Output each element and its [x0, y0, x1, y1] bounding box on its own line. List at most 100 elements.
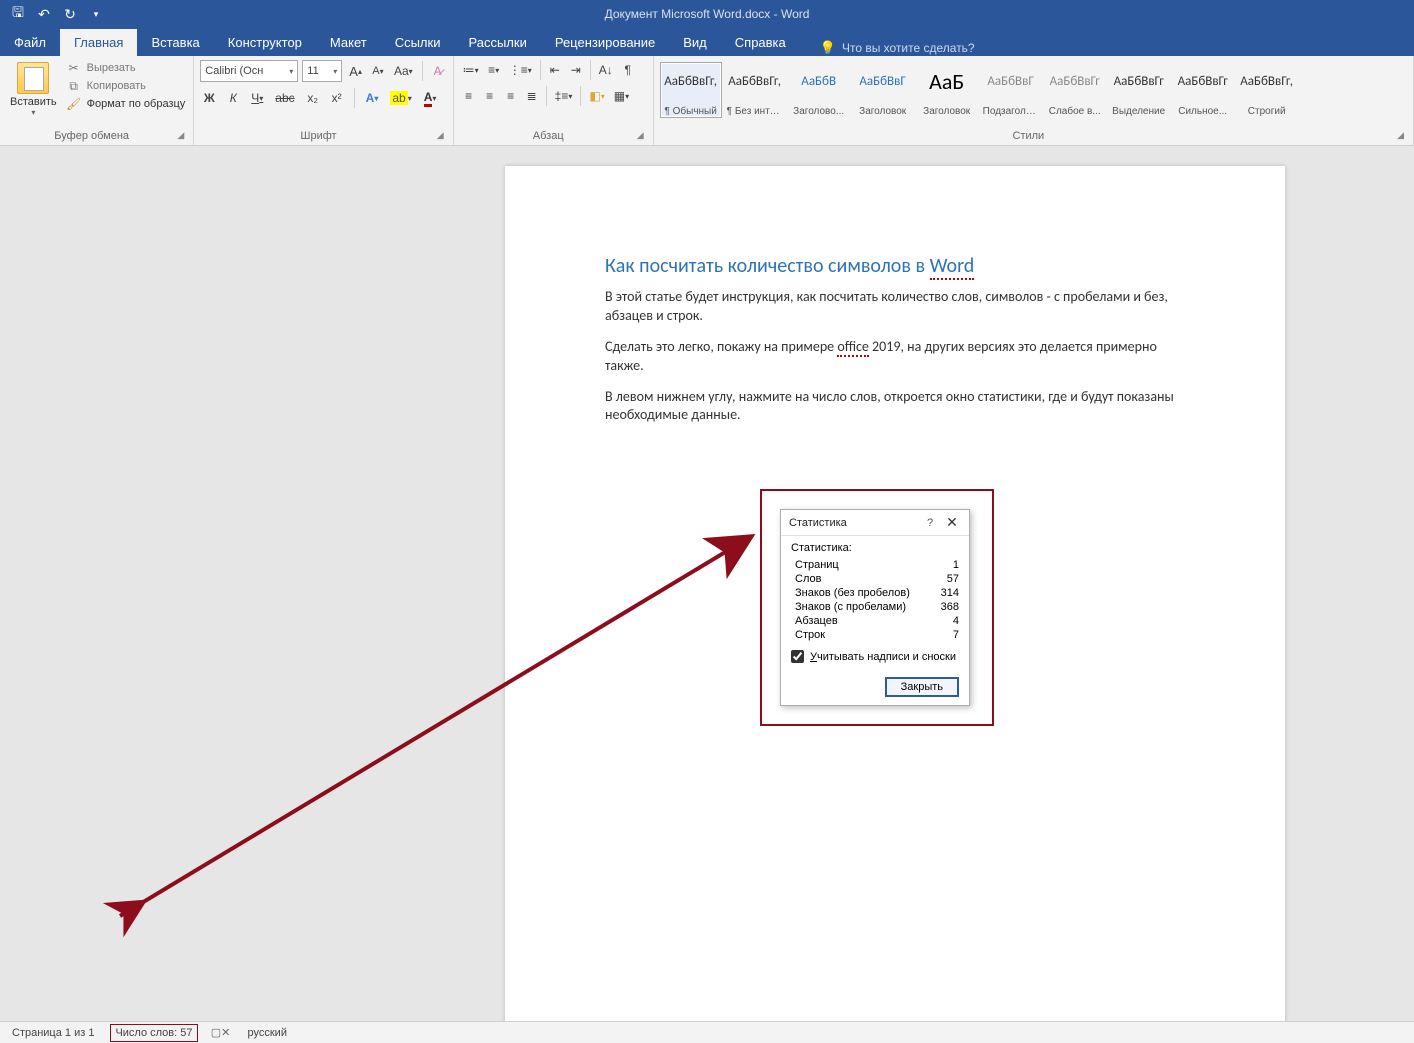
- styles-launcher-icon[interactable]: ◢: [1397, 130, 1407, 141]
- tab-layout[interactable]: Макет: [316, 29, 381, 56]
- style-item-9[interactable]: АаБбВвГг,Строгий: [1236, 62, 1298, 118]
- style-item-0[interactable]: АаБбВвГг,¶ Обычный: [660, 62, 722, 118]
- book-icon: ▢✕: [214, 1026, 228, 1040]
- separator: [540, 60, 541, 80]
- tab-mailings[interactable]: Рассылки: [454, 29, 540, 56]
- style-item-5[interactable]: АаБбВвГПодзаголо...: [980, 62, 1042, 118]
- style-item-7[interactable]: АаБбВвГгВыделение: [1108, 62, 1170, 118]
- group-paragraph: ≔▾ ≡▾ ⋮≡▾ ⇤ ⇥ A↓ ¶ ≡ ≡ ≡ ≣ ‡≡▾ ◧▾ ▦▾: [454, 56, 654, 145]
- doc-p1[interactable]: В этой статье будет инструкция, как посч…: [605, 288, 1185, 326]
- align-center-button[interactable]: ≡: [481, 86, 499, 106]
- tab-home[interactable]: Главная: [60, 29, 137, 56]
- clear-formatting-button[interactable]: A̷: [429, 61, 447, 81]
- style-item-6[interactable]: АаБбВвГгСлабое в...: [1044, 62, 1106, 118]
- align-right-button[interactable]: ≡: [502, 86, 520, 106]
- font-launcher-icon[interactable]: ◢: [437, 130, 447, 141]
- status-proofing[interactable]: ▢✕: [210, 1024, 232, 1042]
- tab-view[interactable]: Вид: [669, 29, 721, 56]
- text-effects-button[interactable]: A▾: [363, 88, 382, 108]
- outdent-button[interactable]: ⇤: [546, 60, 564, 80]
- dialog-titlebar[interactable]: Статистика ? ✕: [781, 510, 969, 535]
- strike-button[interactable]: abc: [272, 88, 297, 108]
- borders-button[interactable]: ▦▾: [611, 86, 632, 106]
- tab-help[interactable]: Справка: [721, 29, 800, 56]
- shading-button[interactable]: ◧▾: [586, 86, 607, 106]
- tab-design[interactable]: Конструктор: [214, 29, 316, 56]
- group-clipboard-label: Буфер обмена: [54, 130, 129, 142]
- superscript-button[interactable]: x²: [328, 88, 346, 108]
- paste-label: Вставить: [10, 96, 57, 108]
- paste-button[interactable]: Вставить ▾: [6, 60, 61, 127]
- separator: [546, 86, 547, 106]
- show-marks-button[interactable]: ¶: [619, 60, 637, 80]
- stat-row-5: Строк7: [791, 628, 959, 642]
- sort-button[interactable]: A↓: [596, 60, 616, 80]
- help-icon[interactable]: ?: [919, 517, 941, 529]
- change-case-button[interactable]: Aa▾: [391, 61, 416, 81]
- justify-button[interactable]: ≣: [523, 86, 541, 106]
- tab-references[interactable]: Ссылки: [381, 29, 455, 56]
- style-item-4[interactable]: АаБЗаголовок: [916, 62, 978, 118]
- styles-gallery[interactable]: АаБбВвГг,¶ ОбычныйАаБбВвГг,¶ Без инте...…: [660, 60, 1407, 118]
- tab-insert[interactable]: Вставка: [137, 29, 213, 56]
- subscript-button[interactable]: x₂: [304, 88, 322, 108]
- line-spacing-button[interactable]: ‡≡▾: [552, 86, 576, 106]
- close-button[interactable]: Закрыть: [885, 677, 959, 697]
- shrink-font-button[interactable]: A▾: [369, 61, 387, 81]
- bold-button[interactable]: Ж: [200, 88, 218, 108]
- stat-row-3: Знаков (с пробелами)368: [791, 600, 959, 614]
- dialog-title: Статистика: [789, 517, 919, 529]
- grow-font-button[interactable]: A▴: [346, 61, 365, 81]
- style-item-2[interactable]: АаБбВЗаголово...: [788, 62, 850, 118]
- paragraph-launcher-icon[interactable]: ◢: [637, 130, 647, 141]
- stat-row-0: Страниц1: [791, 558, 959, 572]
- style-item-3[interactable]: АаБбВвГЗаголовок: [852, 62, 914, 118]
- font-name-combo[interactable]: Calibri (Осн▾: [200, 60, 298, 82]
- font-color-button[interactable]: A▾: [421, 88, 440, 108]
- qat-customize-icon[interactable]: ▾: [88, 6, 104, 22]
- clipboard-launcher-icon[interactable]: ◢: [177, 130, 187, 141]
- italic-button[interactable]: К: [224, 88, 242, 108]
- style-item-1[interactable]: АаБбВвГг,¶ Без инте...: [724, 62, 786, 118]
- quick-access-toolbar: 🖫 ↶ ↻ ▾: [0, 6, 104, 22]
- group-clipboard: Вставить ▾ ✂Вырезать ⧉Копировать 🖌Формат…: [0, 56, 194, 145]
- doc-p2[interactable]: Сделать это легко, покажу на примере off…: [605, 338, 1185, 376]
- indent-button[interactable]: ⇥: [567, 60, 585, 80]
- group-font: Calibri (Осн▾ 11▾ A▴ A▾ Aa▾ A̷ Ж К Ч▾ ab…: [194, 56, 453, 145]
- ribbon: Вставить ▾ ✂Вырезать ⧉Копировать 🖌Формат…: [0, 56, 1414, 146]
- highlight-button[interactable]: ab▾: [387, 88, 414, 108]
- status-page[interactable]: Страница 1 из 1: [8, 1024, 98, 1042]
- doc-p3[interactable]: В левом нижнем углу, нажмите на число сл…: [605, 388, 1185, 426]
- statistics-highlight: Статистика ? ✕ Статистика: Страниц1Слов5…: [760, 489, 994, 726]
- save-icon[interactable]: 🖫: [10, 6, 26, 22]
- status-language[interactable]: русский: [244, 1024, 291, 1042]
- numbering-button[interactable]: ≡▾: [485, 60, 503, 80]
- tell-me[interactable]: 💡 Что вы хотите сделать?: [800, 40, 975, 56]
- copy-button[interactable]: ⧉Копировать: [65, 78, 188, 94]
- bullets-button[interactable]: ≔▾: [460, 60, 482, 80]
- paste-icon: [17, 62, 49, 94]
- tab-review[interactable]: Рецензирование: [541, 29, 669, 56]
- style-item-8[interactable]: АаБбВвГгСильное...: [1172, 62, 1234, 118]
- window-title: Документ Microsoft Word.docx - Word: [605, 7, 810, 21]
- doc-heading[interactable]: Как посчитать количество символов в Word: [605, 254, 1185, 278]
- document-canvas[interactable]: Как посчитать количество символов в Word…: [0, 146, 1414, 1021]
- undo-icon[interactable]: ↶: [36, 6, 52, 22]
- underline-button[interactable]: Ч▾: [248, 88, 266, 108]
- tab-file[interactable]: Файл: [0, 29, 60, 56]
- format-painter-button[interactable]: 🖌Формат по образцу: [65, 96, 188, 112]
- status-word-count[interactable]: Число слов: 57: [110, 1024, 197, 1042]
- close-icon[interactable]: ✕: [941, 514, 963, 531]
- scissors-icon: ✂: [67, 61, 81, 75]
- separator: [422, 61, 423, 81]
- multilevel-button[interactable]: ⋮≡▾: [506, 60, 535, 80]
- cut-button[interactable]: ✂Вырезать: [65, 60, 188, 76]
- redo-icon[interactable]: ↻: [62, 6, 78, 22]
- align-left-button[interactable]: ≡: [460, 86, 478, 106]
- stats-header: Статистика:: [791, 542, 959, 554]
- font-size-combo[interactable]: 11▾: [302, 60, 342, 82]
- separator: [590, 60, 591, 80]
- textboxes-checkbox[interactable]: [791, 650, 804, 663]
- group-font-label: Шрифт: [300, 130, 336, 142]
- title-bar: 🖫 ↶ ↻ ▾ Документ Microsoft Word.docx - W…: [0, 0, 1414, 28]
